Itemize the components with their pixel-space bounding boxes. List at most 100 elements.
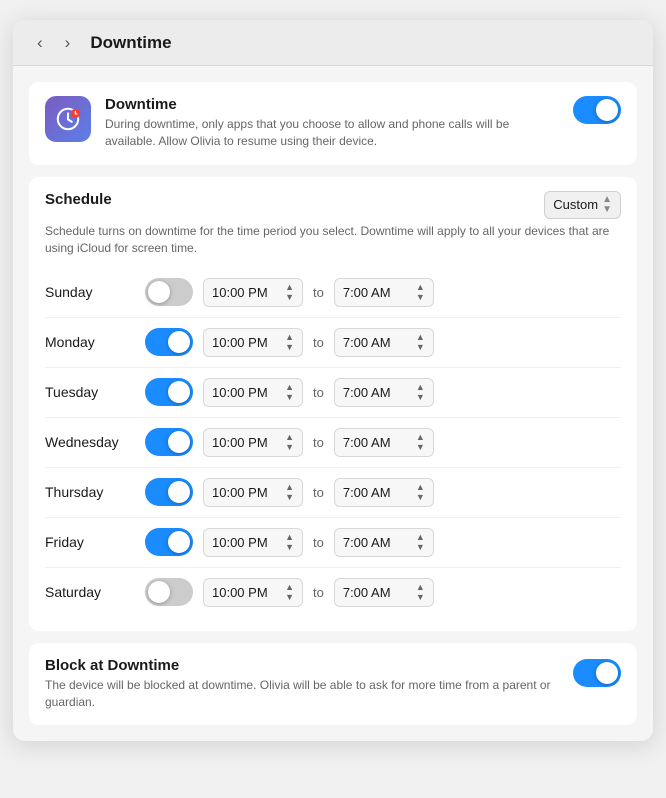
to-up-stepper[interactable]: ▲ xyxy=(416,333,425,342)
day-label-sunday: Sunday xyxy=(45,284,135,300)
from-down-stepper[interactable]: ▼ xyxy=(285,593,294,602)
day-toggle-thumb xyxy=(148,581,170,603)
to-up-stepper[interactable]: ▲ xyxy=(416,433,425,442)
to-label: to xyxy=(313,335,324,350)
day-toggle-thumb xyxy=(168,331,190,353)
to-time-value: 7:00 AM xyxy=(343,285,412,300)
from-up-stepper[interactable]: ▲ xyxy=(285,483,294,492)
schedule-section: Schedule Custom ▲ ▼ Schedule turns on do… xyxy=(29,177,637,631)
block-toggle[interactable] xyxy=(573,659,621,687)
to-down-stepper[interactable]: ▼ xyxy=(416,443,425,452)
day-rows: Sunday 10:00 PM ▲ ▼ to 7:00 AM ▲ ▼ xyxy=(45,268,621,617)
day-label-friday: Friday xyxy=(45,534,135,550)
from-steppers: ▲ ▼ xyxy=(285,533,294,552)
back-button[interactable]: ‹ xyxy=(31,32,49,53)
day-label-thursday: Thursday xyxy=(45,484,135,500)
from-time-thursday[interactable]: 10:00 PM ▲ ▼ xyxy=(203,478,303,507)
block-body: Block at Downtime The device will be blo… xyxy=(45,657,563,712)
to-down-stepper[interactable]: ▼ xyxy=(416,393,425,402)
from-steppers: ▲ ▼ xyxy=(285,433,294,452)
to-time-saturday[interactable]: 7:00 AM ▲ ▼ xyxy=(334,578,434,607)
from-up-stepper[interactable]: ▲ xyxy=(285,383,294,392)
to-time-wednesday[interactable]: 7:00 AM ▲ ▼ xyxy=(334,428,434,457)
to-time-value: 7:00 AM xyxy=(343,485,412,500)
to-time-thursday[interactable]: 7:00 AM ▲ ▼ xyxy=(334,478,434,507)
page-title: Downtime xyxy=(90,33,171,53)
schedule-mode-select[interactable]: Custom ▲ ▼ xyxy=(544,191,621,219)
downtime-description: During downtime, only apps that you choo… xyxy=(105,116,559,151)
from-time-value: 10:00 PM xyxy=(212,485,281,500)
from-steppers: ▲ ▼ xyxy=(285,383,294,402)
from-time-wednesday[interactable]: 10:00 PM ▲ ▼ xyxy=(203,428,303,457)
day-toggle-thursday[interactable] xyxy=(145,478,193,506)
day-row-monday: Monday 10:00 PM ▲ ▼ to 7:00 AM ▲ ▼ xyxy=(45,317,621,367)
from-time-sunday[interactable]: 10:00 PM ▲ ▼ xyxy=(203,278,303,307)
to-time-sunday[interactable]: 7:00 AM ▲ ▼ xyxy=(334,278,434,307)
from-up-stepper[interactable]: ▲ xyxy=(285,333,294,342)
from-time-saturday[interactable]: 10:00 PM ▲ ▼ xyxy=(203,578,303,607)
from-down-stepper[interactable]: ▼ xyxy=(285,293,294,302)
from-time-value: 10:00 PM xyxy=(212,335,281,350)
from-time-value: 10:00 PM xyxy=(212,535,281,550)
to-down-stepper[interactable]: ▼ xyxy=(416,493,425,502)
day-row-wednesday: Wednesday 10:00 PM ▲ ▼ to 7:00 AM ▲ ▼ xyxy=(45,417,621,467)
downtime-toggle-area xyxy=(573,96,621,124)
schedule-mode-chevrons: ▲ ▼ xyxy=(602,195,612,215)
to-steppers: ▲ ▼ xyxy=(416,283,425,302)
from-up-stepper[interactable]: ▲ xyxy=(285,533,294,542)
day-toggle-friday[interactable] xyxy=(145,528,193,556)
downtime-toggle[interactable] xyxy=(573,96,621,124)
day-toggle-tuesday[interactable] xyxy=(145,378,193,406)
chevron-down-icon: ▼ xyxy=(602,205,612,215)
from-up-stepper[interactable]: ▲ xyxy=(285,433,294,442)
to-steppers: ▲ ▼ xyxy=(416,483,425,502)
to-time-friday[interactable]: 7:00 AM ▲ ▼ xyxy=(334,528,434,557)
to-down-stepper[interactable]: ▼ xyxy=(416,593,425,602)
from-time-value: 10:00 PM xyxy=(212,285,281,300)
to-label: to xyxy=(313,385,324,400)
to-time-tuesday[interactable]: 7:00 AM ▲ ▼ xyxy=(334,378,434,407)
downtime-title: Downtime xyxy=(105,96,559,113)
schedule-header: Schedule Custom ▲ ▼ xyxy=(45,191,621,219)
to-up-stepper[interactable]: ▲ xyxy=(416,533,425,542)
to-steppers: ▲ ▼ xyxy=(416,433,425,452)
to-time-value: 7:00 AM xyxy=(343,335,412,350)
to-down-stepper[interactable]: ▼ xyxy=(416,343,425,352)
to-label: to xyxy=(313,285,324,300)
to-time-monday[interactable]: 7:00 AM ▲ ▼ xyxy=(334,328,434,357)
day-toggle-sunday[interactable] xyxy=(145,278,193,306)
block-description: The device will be blocked at downtime. … xyxy=(45,677,563,712)
from-down-stepper[interactable]: ▼ xyxy=(285,543,294,552)
schedule-title: Schedule xyxy=(45,191,112,208)
downtime-body: Downtime During downtime, only apps that… xyxy=(105,96,559,151)
to-time-value: 7:00 AM xyxy=(343,385,412,400)
forward-button[interactable]: › xyxy=(59,32,77,53)
from-time-monday[interactable]: 10:00 PM ▲ ▼ xyxy=(203,328,303,357)
block-card: Block at Downtime The device will be blo… xyxy=(29,643,637,726)
to-up-stepper[interactable]: ▲ xyxy=(416,483,425,492)
from-time-friday[interactable]: 10:00 PM ▲ ▼ xyxy=(203,528,303,557)
from-down-stepper[interactable]: ▼ xyxy=(285,443,294,452)
to-steppers: ▲ ▼ xyxy=(416,583,425,602)
from-up-stepper[interactable]: ▲ xyxy=(285,283,294,292)
from-steppers: ▲ ▼ xyxy=(285,283,294,302)
day-label-saturday: Saturday xyxy=(45,584,135,600)
to-down-stepper[interactable]: ▼ xyxy=(416,543,425,552)
from-time-value: 10:00 PM xyxy=(212,585,281,600)
from-down-stepper[interactable]: ▼ xyxy=(285,393,294,402)
from-up-stepper[interactable]: ▲ xyxy=(285,583,294,592)
downtime-icon xyxy=(45,96,91,142)
from-time-tuesday[interactable]: 10:00 PM ▲ ▼ xyxy=(203,378,303,407)
to-up-stepper[interactable]: ▲ xyxy=(416,283,425,292)
from-down-stepper[interactable]: ▼ xyxy=(285,343,294,352)
day-toggle-wednesday[interactable] xyxy=(145,428,193,456)
day-toggle-monday[interactable] xyxy=(145,328,193,356)
main-window: ‹ › Downtime Downtime During downtime, o… xyxy=(13,20,653,741)
day-toggle-thumb xyxy=(168,531,190,553)
to-up-stepper[interactable]: ▲ xyxy=(416,583,425,592)
from-down-stepper[interactable]: ▼ xyxy=(285,493,294,502)
to-down-stepper[interactable]: ▼ xyxy=(416,293,425,302)
to-up-stepper[interactable]: ▲ xyxy=(416,383,425,392)
day-toggle-saturday[interactable] xyxy=(145,578,193,606)
day-row-sunday: Sunday 10:00 PM ▲ ▼ to 7:00 AM ▲ ▼ xyxy=(45,268,621,317)
